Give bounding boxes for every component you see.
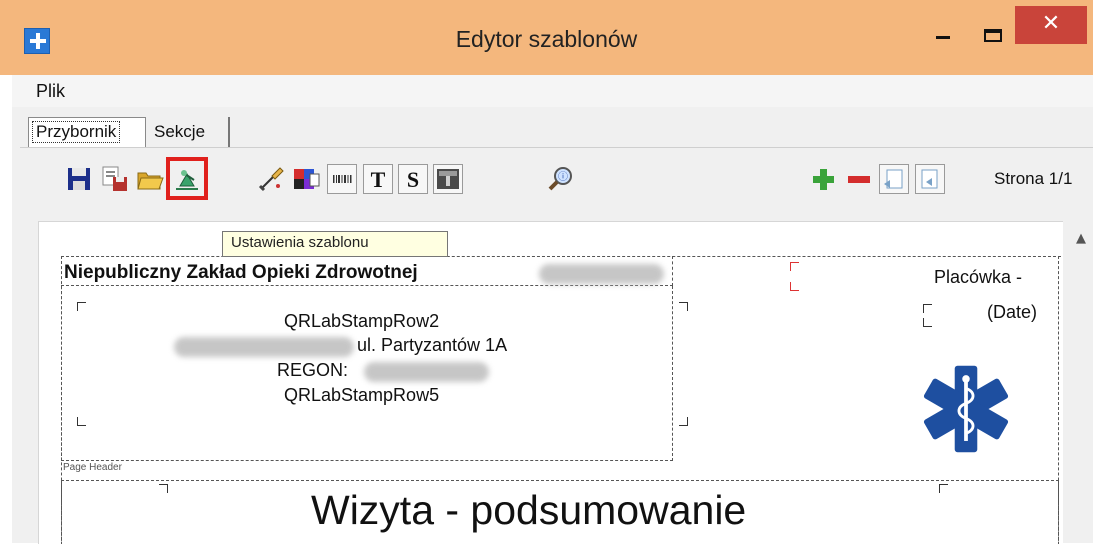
title-bar: Edytor szablonów ✕ [0, 0, 1093, 75]
color-button[interactable] [291, 164, 321, 194]
svg-text:T: T [371, 167, 386, 192]
maximize-icon [984, 29, 1002, 42]
text-field-icon [437, 169, 459, 189]
report-title: Wizyta - podsumowanie [311, 487, 747, 533]
minimize-button[interactable] [918, 10, 968, 48]
address-text: ul. Partyzantów 1A [357, 335, 508, 355]
redacted-regon [364, 362, 489, 382]
corner-mark [77, 302, 86, 311]
scroll-up-icon[interactable]: ▲ [1076, 231, 1086, 246]
clinic-name-text: Niepubliczny Zakład Opieki Zdrowotnej [64, 262, 418, 283]
vertical-scrollbar[interactable]: ▲ [1074, 221, 1093, 543]
corner-mark [679, 417, 688, 426]
corner-mark [679, 302, 688, 311]
text-t-button[interactable]: T [363, 164, 393, 194]
section-label: Page Header [63, 462, 122, 473]
save-button[interactable] [64, 164, 94, 194]
edit-brush-icon [258, 167, 284, 192]
preview-zoom-icon: ⓘ [548, 167, 572, 191]
preview-button[interactable]: ⓘ [546, 164, 576, 194]
tab-sekcje-label: Sekcje [154, 122, 206, 141]
next-page-icon [921, 169, 938, 189]
text-t-icon: T [371, 167, 386, 192]
tab-przybornik[interactable]: Przybornik [28, 117, 146, 147]
text-field-button[interactable] [433, 164, 463, 194]
svg-text:S: S [407, 167, 419, 192]
date-text: (Date) [987, 302, 1038, 322]
page-indicator: Strona 1/1 [994, 169, 1073, 188]
redacted-phone [174, 337, 354, 357]
add-page-button[interactable] [808, 164, 838, 194]
corner-mark [923, 304, 932, 313]
corner-mark [939, 484, 948, 493]
corner-mark [923, 318, 932, 327]
text-s-button[interactable]: S [398, 164, 428, 194]
tab-przybornik-label: Przybornik [32, 121, 121, 143]
tab-sekcje[interactable]: Sekcje [148, 117, 230, 147]
star-of-life-icon [923, 365, 1009, 453]
barcode-icon [333, 175, 352, 183]
next-page-button[interactable] [915, 164, 945, 194]
stamp-row2-text: QRLabStampRow2 [284, 311, 440, 331]
svg-text:ⓘ: ⓘ [558, 171, 568, 183]
toolbar: T S ⓘ Strona 1/1 [20, 147, 1093, 220]
corner-mark [159, 484, 168, 493]
stamp-row5-text: QRLabStampRow5 [284, 385, 440, 405]
barcode-button[interactable] [327, 164, 357, 194]
previous-page-button[interactable] [879, 164, 909, 194]
open-folder-icon [137, 172, 164, 190]
corner-mark [790, 262, 799, 271]
save-icon [68, 168, 90, 190]
redacted-clinic-code [539, 264, 664, 284]
report-canvas[interactable]: Niepubliczny Zakład Opieki Zdrowotnej QR… [38, 221, 1063, 544]
previous-page-icon [884, 169, 903, 189]
corner-mark [790, 282, 799, 291]
open-button[interactable] [135, 164, 165, 194]
tooltip: Ustawienia szablonu [222, 231, 448, 257]
save-as-icon [102, 166, 127, 191]
regon-label: REGON: [277, 360, 349, 380]
remove-page-button[interactable] [844, 164, 874, 194]
corner-mark [77, 417, 86, 426]
add-page-icon [813, 169, 834, 190]
placowka-text: Placówka - [934, 267, 1023, 287]
close-button[interactable]: ✕ [1015, 6, 1087, 44]
text-s-icon: S [407, 167, 419, 192]
maximize-button[interactable] [969, 10, 1019, 48]
close-icon: ✕ [1041, 11, 1061, 36]
remove-page-icon [848, 176, 870, 183]
save-as-button[interactable] [100, 164, 130, 194]
edit-button[interactable] [256, 164, 286, 194]
highlight-frame [166, 157, 208, 200]
menu-file[interactable]: Plik [36, 81, 65, 102]
color-palette-icon [294, 169, 320, 189]
minimize-icon [936, 36, 950, 39]
menu-bar: Plik [12, 75, 1093, 107]
